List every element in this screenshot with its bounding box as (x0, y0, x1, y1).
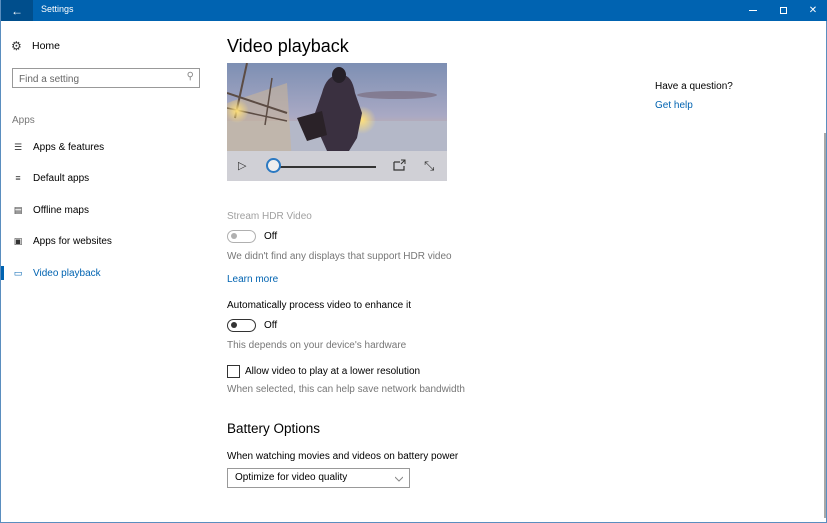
arrow-left-icon: ← (11, 3, 23, 18)
search-input[interactable] (13, 71, 173, 88)
page-title: Video playback (227, 36, 349, 56)
hdr-toggle[interactable] (227, 230, 256, 243)
toggle-knob (231, 322, 237, 328)
auto-process-description: This depends on your device's hardware (227, 340, 407, 351)
low-resolution-label[interactable]: Allow video to play at a lower resolutio… (245, 366, 420, 377)
video-preview[interactable]: ▷ ⤡ (227, 63, 447, 181)
sidebar-item-default-apps[interactable]: ≡ Default apps (1, 166, 211, 190)
maximize-icon (779, 7, 787, 14)
sidebar: ⚙ Home ⚲ Apps ☰ Apps & features ≡ Defaul… (1, 21, 211, 521)
search-icon[interactable]: ⚲ (187, 71, 194, 82)
title-bar: ← Settings ✕ (1, 0, 827, 21)
battery-label: When watching movies and videos on batte… (227, 451, 459, 462)
chevron-down-icon (395, 476, 403, 482)
battery-dropdown-value: Optimize for video quality (235, 472, 348, 483)
help-title: Have a question? (655, 81, 733, 92)
sidebar-item-apps-features[interactable]: ☰ Apps & features (1, 135, 211, 159)
sidebar-item-offline-maps[interactable]: ▤ Offline maps (1, 198, 211, 222)
video-icon: ▭ (13, 268, 23, 278)
cast-icon[interactable] (393, 159, 407, 171)
learn-more-link[interactable]: Learn more (227, 274, 278, 285)
search-box[interactable]: ⚲ (12, 68, 200, 88)
low-resolution-description: When selected, this can help save networ… (227, 384, 465, 395)
battery-dropdown[interactable]: Optimize for video quality (227, 468, 410, 488)
default-list-icon: ≡ (15, 173, 21, 183)
close-icon: ✕ (808, 5, 818, 16)
fullscreen-icon[interactable]: ⤡ (424, 158, 434, 174)
sidebar-section-apps: Apps (12, 115, 35, 126)
sidebar-item-video-playback[interactable]: ▭ Video playback (1, 261, 211, 285)
battery-options-heading: Battery Options (227, 421, 321, 436)
sidebar-item-label: Default apps (33, 172, 90, 184)
hdr-description: We didn't find any displays that support… (227, 251, 452, 262)
toggle-knob (231, 233, 237, 239)
sidebar-item-label: Apps for websites (33, 235, 112, 247)
minimize-icon (749, 10, 757, 11)
hdr-label: Stream HDR Video (227, 211, 312, 222)
window-title: Settings (41, 4, 74, 14)
web-app-icon: ▣ (13, 236, 23, 246)
scrollbar[interactable] (824, 133, 826, 518)
auto-process-toggle-state: Off (264, 320, 278, 331)
home-label: Home (32, 40, 61, 52)
list-icon: ☰ (13, 142, 23, 152)
sidebar-home[interactable]: ⚙ Home (11, 40, 60, 52)
sidebar-item-label: Offline maps (33, 204, 89, 216)
video-controls: ▷ ⤡ (227, 151, 447, 181)
sidebar-item-label: Apps & features (33, 141, 105, 153)
auto-process-toggle[interactable] (227, 319, 256, 332)
seek-bar[interactable] (274, 166, 376, 168)
minimize-button[interactable] (736, 0, 770, 21)
back-button[interactable]: ← (1, 0, 33, 21)
seek-thumb[interactable] (266, 158, 281, 173)
play-icon[interactable]: ▷ (238, 159, 246, 172)
hdr-toggle-state: Off (264, 231, 278, 242)
help-panel: Have a question? Get help (655, 81, 733, 111)
sidebar-item-apps-for-websites[interactable]: ▣ Apps for websites (1, 229, 211, 253)
close-button[interactable]: ✕ (796, 0, 827, 21)
maximize-button[interactable] (766, 0, 800, 21)
auto-process-label: Automatically process video to enhance i… (227, 300, 411, 311)
sidebar-item-label: Video playback (33, 267, 101, 279)
low-resolution-checkbox[interactable] (227, 365, 240, 378)
gear-icon: ⚙ (11, 39, 22, 53)
settings-window: ← Settings ✕ ⚙ Home ⚲ Apps ☰ Apps & feat… (0, 0, 827, 523)
active-indicator (1, 266, 4, 280)
map-download-icon: ▤ (13, 205, 23, 215)
get-help-link[interactable]: Get help (655, 100, 733, 111)
